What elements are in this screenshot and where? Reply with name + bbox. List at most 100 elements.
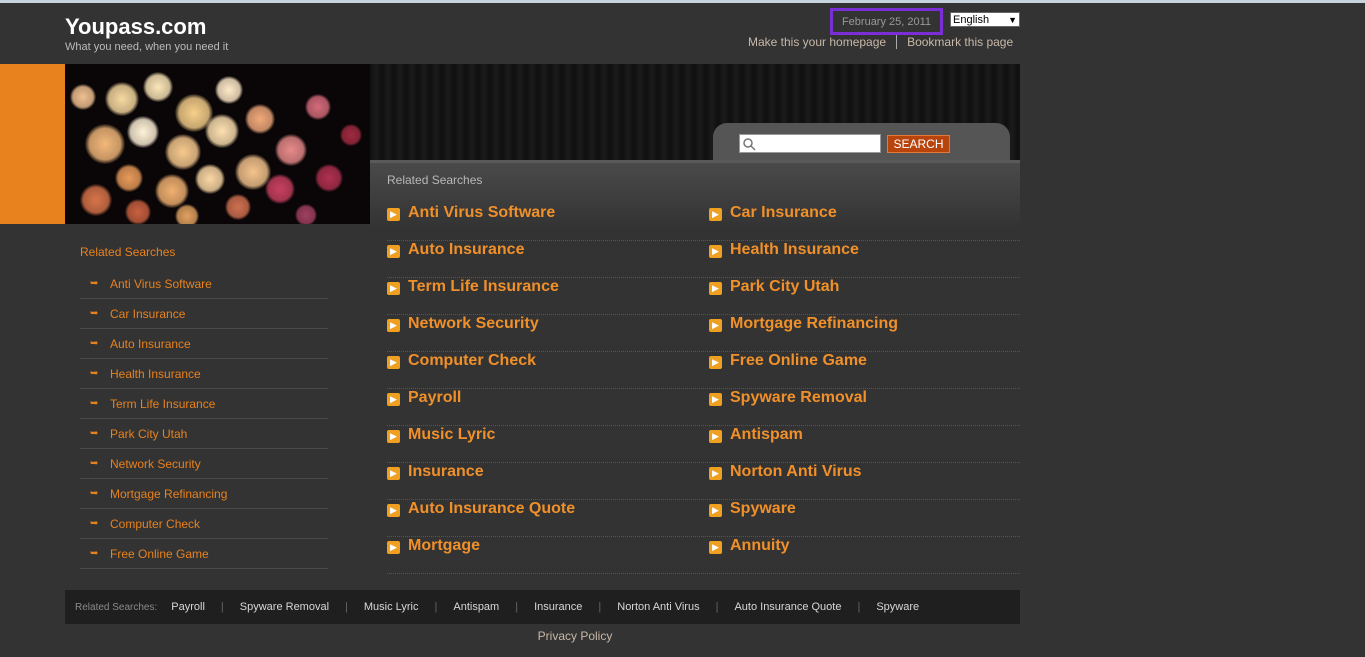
- main-list-item[interactable]: ▶ Mortgage: [387, 537, 710, 574]
- bokeh-light: [155, 174, 189, 208]
- main-list-item-label[interactable]: Computer Check: [408, 352, 536, 370]
- bokeh-light: [305, 94, 331, 120]
- footer-separator: |: [434, 601, 438, 613]
- sidebar-item[interactable]: ➥ Health Insurance: [80, 359, 328, 389]
- sidebar-item[interactable]: ➥ Park City Utah: [80, 419, 328, 449]
- sidebar-item-label[interactable]: Park City Utah: [110, 427, 187, 441]
- main-list-item[interactable]: ▶ Health Insurance: [709, 241, 1020, 278]
- main-list-item[interactable]: ▶ Auto Insurance Quote: [387, 500, 710, 537]
- sidebar-item-label[interactable]: Car Insurance: [110, 307, 185, 321]
- site-tagline: What you need, when you need it: [65, 41, 229, 53]
- main-list-item-label[interactable]: Mortgage: [408, 537, 480, 555]
- main-list-item[interactable]: ▶ Computer Check: [387, 352, 710, 389]
- main-list-item-label[interactable]: Antispam: [730, 426, 803, 444]
- main-list-item-label[interactable]: Insurance: [408, 463, 484, 481]
- main-list-item[interactable]: ▶ Payroll: [387, 389, 710, 426]
- footer-related-link[interactable]: Spyware: [876, 601, 919, 613]
- main-list-item[interactable]: ▶ Park City Utah: [709, 278, 1020, 315]
- main-list-item[interactable]: ▶ Anti Virus Software: [387, 204, 710, 241]
- sidebar-heading: Related Searches: [80, 245, 176, 259]
- main-list-item-label[interactable]: Mortgage Refinancing: [730, 315, 898, 333]
- main-list-item-label[interactable]: Auto Insurance Quote: [408, 500, 575, 518]
- footer-related-link[interactable]: Auto Insurance Quote: [734, 601, 841, 613]
- main-list-item-label[interactable]: Music Lyric: [408, 426, 495, 444]
- footer-related-link[interactable]: Music Lyric: [364, 601, 419, 613]
- sidebar-item-label[interactable]: Computer Check: [110, 517, 200, 531]
- arrow-bullet-icon: ▶: [387, 430, 400, 443]
- sidebar-item[interactable]: ➥ Auto Insurance: [80, 329, 328, 359]
- date-display: February 25, 2011: [830, 8, 943, 35]
- main-list-item-label[interactable]: Term Life Insurance: [408, 278, 559, 296]
- arrow-bullet-icon: ▶: [709, 467, 722, 480]
- arrow-bullet-icon: ▶: [387, 393, 400, 406]
- sidebar-item[interactable]: ➥ Term Life Insurance: [80, 389, 328, 419]
- main-list-item-label[interactable]: Auto Insurance: [408, 241, 524, 259]
- privacy-policy-link[interactable]: Privacy Policy: [0, 629, 1150, 643]
- main-list-item[interactable]: ▶ Annuity: [709, 537, 1020, 574]
- main-list-item-label[interactable]: Free Online Game: [730, 352, 867, 370]
- arrow-right-icon: ➥: [90, 368, 99, 379]
- main-list-item-label[interactable]: Car Insurance: [730, 204, 837, 222]
- arrow-bullet-icon: ▶: [387, 319, 400, 332]
- footer-related-link[interactable]: Norton Anti Virus: [617, 601, 699, 613]
- sidebar-item-label[interactable]: Auto Insurance: [110, 337, 191, 351]
- main-heading: Related Searches: [387, 173, 483, 187]
- arrow-bullet-icon: ▶: [387, 541, 400, 554]
- main-list-item-label[interactable]: Payroll: [408, 389, 461, 407]
- main-list-item[interactable]: ▶ Insurance: [387, 463, 710, 500]
- sidebar-item[interactable]: ➥ Computer Check: [80, 509, 328, 539]
- main-list-item-label[interactable]: Annuity: [730, 537, 790, 555]
- arrow-right-icon: ➥: [90, 428, 99, 439]
- footer-related-link[interactable]: Spyware Removal: [240, 601, 329, 613]
- main-list-item[interactable]: ▶ Free Online Game: [709, 352, 1020, 389]
- main-list-item[interactable]: ▶ Antispam: [709, 426, 1020, 463]
- search-input[interactable]: [739, 134, 881, 153]
- main-list-item-label[interactable]: Spyware: [730, 500, 796, 518]
- bokeh-light: [315, 164, 343, 192]
- sidebar-item[interactable]: ➥ Anti Virus Software: [80, 269, 328, 299]
- main-list-item[interactable]: ▶ Spyware Removal: [709, 389, 1020, 426]
- sidebar-item[interactable]: ➥ Mortgage Refinancing: [80, 479, 328, 509]
- main-list-item[interactable]: ▶ Car Insurance: [709, 204, 1020, 241]
- sidebar-item[interactable]: ➥ Network Security: [80, 449, 328, 479]
- main-list-item-label[interactable]: Park City Utah: [730, 278, 839, 296]
- main-list-item-label[interactable]: Anti Virus Software: [408, 204, 555, 222]
- search-button[interactable]: SEARCH: [887, 135, 950, 153]
- footer-related-link[interactable]: Antispam: [453, 601, 499, 613]
- sidebar-item[interactable]: ➥ Free Online Game: [80, 539, 328, 569]
- language-select[interactable]: English ▼: [950, 12, 1020, 27]
- main-list-item[interactable]: ▶ Norton Anti Virus: [709, 463, 1020, 500]
- main-list-item-label[interactable]: Spyware Removal: [730, 389, 867, 407]
- sidebar-item-label[interactable]: Term Life Insurance: [110, 397, 215, 411]
- main-list-item[interactable]: ▶ Music Lyric: [387, 426, 710, 463]
- make-homepage-link[interactable]: Make this your homepage: [748, 35, 886, 49]
- sidebar-item-label[interactable]: Network Security: [110, 457, 201, 471]
- bookmark-link[interactable]: Bookmark this page: [907, 35, 1013, 49]
- arrow-right-icon: ➥: [90, 458, 99, 469]
- sidebar-item-label[interactable]: Health Insurance: [110, 367, 201, 381]
- date-text: February 25, 2011: [841, 15, 932, 28]
- bokeh-light: [143, 72, 173, 102]
- footer-related-link[interactable]: Payroll: [171, 601, 205, 613]
- main-list-item[interactable]: ▶ Spyware: [709, 500, 1020, 537]
- link-divider: [896, 35, 898, 49]
- main-list-item-label[interactable]: Norton Anti Virus: [730, 463, 862, 481]
- arrow-bullet-icon: ▶: [387, 504, 400, 517]
- sidebar-item[interactable]: ➥ Car Insurance: [80, 299, 328, 329]
- main-list-item[interactable]: ▶ Mortgage Refinancing: [709, 315, 1020, 352]
- footer-related-bar: Related Searches: Payroll | Spyware Remova…: [65, 590, 1020, 624]
- sidebar-item-label[interactable]: Anti Virus Software: [110, 277, 212, 291]
- arrow-right-icon: ➥: [90, 308, 99, 319]
- sidebar-item-label[interactable]: Free Online Game: [110, 547, 209, 561]
- sidebar-item-label[interactable]: Mortgage Refinancing: [110, 487, 227, 501]
- main-list-item[interactable]: ▶ Network Security: [387, 315, 710, 352]
- arrow-bullet-icon: ▶: [709, 245, 722, 258]
- main-list-item[interactable]: ▶ Auto Insurance: [387, 241, 710, 278]
- site-title[interactable]: Youpass.com: [65, 14, 206, 40]
- footer-related-link[interactable]: Insurance: [534, 601, 582, 613]
- footer-separator: |: [220, 601, 224, 613]
- main-list-item-label[interactable]: Health Insurance: [730, 241, 859, 259]
- footer-separator: |: [345, 601, 348, 613]
- main-list-item-label[interactable]: Network Security: [408, 315, 539, 333]
- main-list-item[interactable]: ▶ Term Life Insurance: [387, 278, 710, 315]
